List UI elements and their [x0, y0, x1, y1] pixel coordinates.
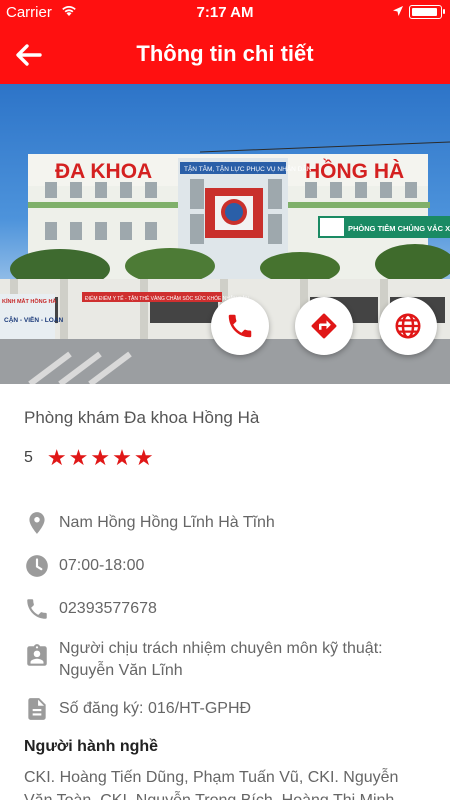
- practitioners-list: CKI. Hoàng Tiến Dũng, Phạm Tuấn Vũ, CKI.…: [24, 769, 399, 800]
- hours-row: 07:00-18:00: [24, 553, 409, 579]
- hours-text: 07:00-18:00: [59, 557, 145, 574]
- star-icon: ★: [90, 445, 111, 470]
- phone-icon: [27, 599, 47, 619]
- license-row: Số đăng ký: 016/HT-GPHĐ: [24, 696, 409, 722]
- top-bar: Carrier 7:17 AM Thông tin chi tiết: [0, 0, 450, 84]
- address-text: Nam Hồng Hồng Lĩnh Hà Tĩnh: [59, 514, 275, 531]
- responsible-row: Người chịu trách nhiệm chuyên môn kỹ thu…: [24, 638, 409, 682]
- directions-button[interactable]: [295, 297, 353, 355]
- practitioners-heading: Người hành nghề: [24, 738, 159, 755]
- sign-slogan: TẬN TÂM, TẬN LỰC PHỤC VỤ NHÂN DÂN: [184, 164, 312, 173]
- phone-row[interactable]: 02393577678: [24, 596, 409, 622]
- clock: 7:17 AM: [196, 4, 254, 21]
- phone-text: 02393577678: [59, 600, 157, 617]
- website-button[interactable]: [379, 297, 437, 355]
- directions-icon: [311, 313, 337, 339]
- shop-sign-text: CẬN - VIỄN - LOẠN: [4, 315, 64, 324]
- page-title: Thông tin chi tiết: [136, 41, 314, 66]
- rating-value: 5: [24, 449, 33, 466]
- star-icon: ★: [133, 445, 154, 470]
- document-icon: [28, 698, 46, 720]
- globe-icon: [395, 313, 421, 339]
- vaccine-sign: PHÒNG TIÊM CHỦNG VẮC XIN: [348, 224, 450, 233]
- star-icon: ★: [112, 445, 132, 470]
- rating-stars: ★ ★ ★ ★ ★: [46, 445, 154, 470]
- star-icon: ★: [46, 445, 67, 470]
- shop-sign-title: KÍNH MẮT HỒNG HÀ: [2, 297, 56, 305]
- clock-icon: [26, 555, 48, 577]
- app-header: Thông tin chi tiết: [0, 26, 450, 84]
- battery-icon: [409, 5, 445, 19]
- status-bar: Carrier 7:17 AM: [0, 0, 450, 26]
- sign-hong-ha: HỒNG HÀ: [305, 159, 404, 183]
- license-text: Số đăng ký: 016/HT-GPHĐ: [59, 700, 252, 717]
- address-row: Nam Hồng Hồng Lĩnh Hà Tĩnh: [24, 510, 409, 536]
- clinic-name: Phòng khám Đa khoa Hồng Hà: [24, 408, 260, 427]
- responsible-text: Người chịu trách nhiệm chuyên môn kỹ thu…: [59, 640, 383, 679]
- location-arrow-icon: [393, 6, 403, 16]
- star-icon: ★: [68, 445, 89, 470]
- badge-person-icon: [27, 644, 47, 666]
- sign-da-khoa: ĐA KHOA: [55, 160, 152, 183]
- location-pin-icon: [29, 512, 45, 534]
- phone-icon: [228, 314, 252, 338]
- call-button[interactable]: [211, 297, 269, 355]
- rating: 5 ★ ★ ★ ★ ★: [24, 445, 154, 470]
